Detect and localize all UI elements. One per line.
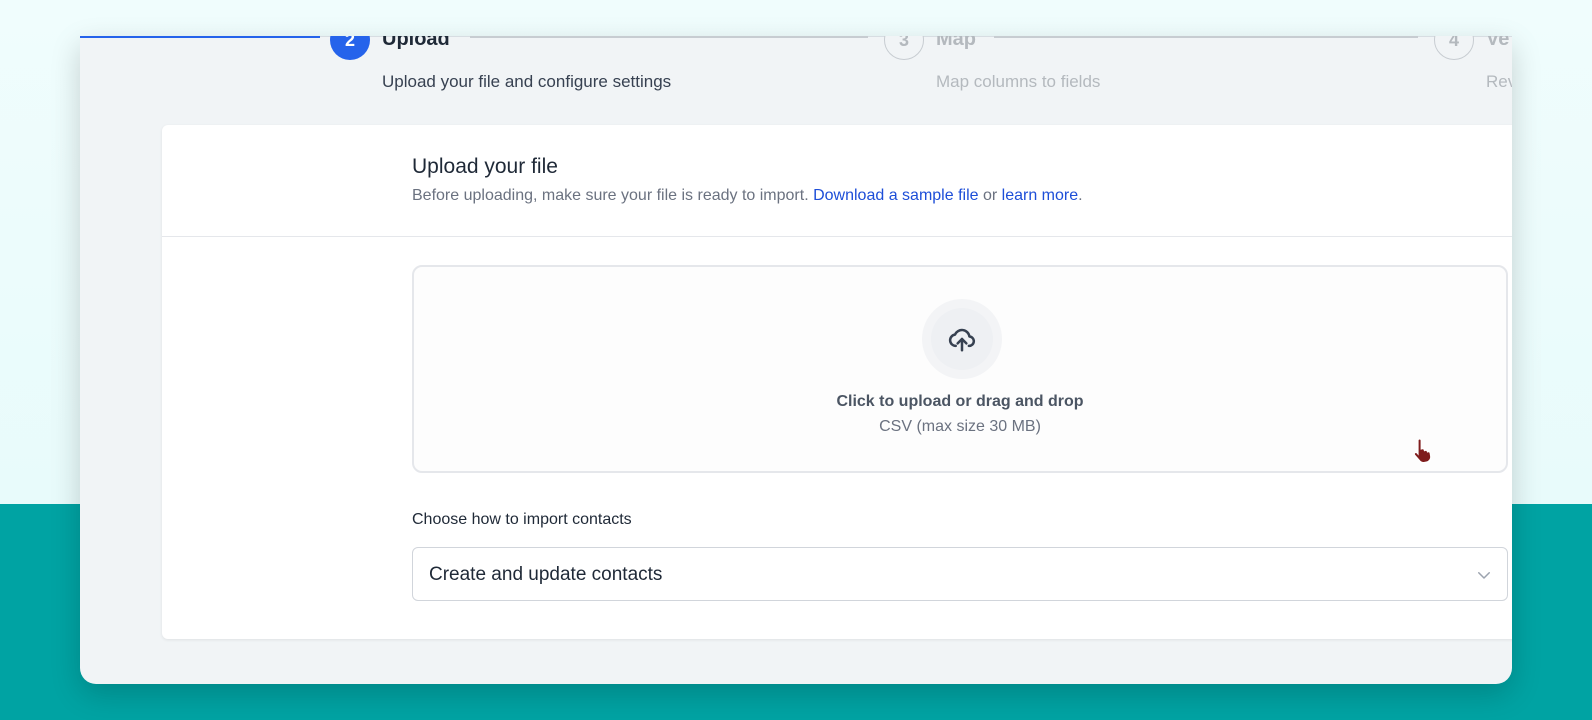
step-verify[interactable]: 4 Ve Rev <box>1434 36 1512 91</box>
description-text: . <box>1078 187 1083 204</box>
description-text: or <box>978 187 1002 204</box>
step-subtitle: Upload your file and configure settings <box>382 72 672 91</box>
upload-icon-inner <box>931 308 993 370</box>
dropzone-file-hint: CSV (max size 30 MB) <box>879 418 1041 435</box>
step-connector <box>470 36 868 38</box>
import-mode-label: Choose how to import contacts <box>412 511 632 528</box>
cloud-upload-icon <box>948 328 976 352</box>
import-window: 2 Upload Upload your file and configure … <box>80 36 1512 684</box>
step-upload[interactable]: 2 Upload Upload your file and configure … <box>330 36 810 91</box>
progress-indicator <box>80 36 320 38</box>
import-mode-selected-value: Create and update contacts <box>429 564 663 585</box>
step-number-badge: 4 <box>1434 36 1474 60</box>
import-mode-select[interactable]: Create and update contacts <box>412 547 1508 601</box>
pointer-cursor-icon <box>1413 438 1432 464</box>
download-sample-link[interactable]: Download a sample file <box>813 187 978 204</box>
step-title: Upload <box>382 36 450 50</box>
step-number-badge: 3 <box>884 36 924 60</box>
card-header: Upload your file Before uploading, make … <box>162 125 1512 237</box>
chevron-down-icon <box>1478 572 1490 579</box>
upload-icon-container <box>922 299 1002 379</box>
step-connector <box>994 36 1418 38</box>
step-subtitle: Rev <box>1486 72 1512 91</box>
step-number-badge: 2 <box>330 36 370 60</box>
step-title: Ve <box>1486 36 1510 50</box>
upload-card: Upload your file Before uploading, make … <box>162 125 1512 639</box>
step-map[interactable]: 3 Map Map columns to fields <box>884 36 1334 91</box>
description-text: Before uploading, make sure your file is… <box>412 187 814 204</box>
dropzone-instruction: Click to upload or drag and drop <box>836 393 1084 410</box>
step-subtitle: Map columns to fields <box>936 72 1101 91</box>
card-title: Upload your file <box>412 155 558 178</box>
learn-more-link[interactable]: learn more <box>1002 187 1078 204</box>
step-title: Map <box>936 36 976 50</box>
file-dropzone[interactable]: Click to upload or drag and drop CSV (ma… <box>412 265 1508 473</box>
card-description: Before uploading, make sure your file is… <box>412 187 1083 205</box>
